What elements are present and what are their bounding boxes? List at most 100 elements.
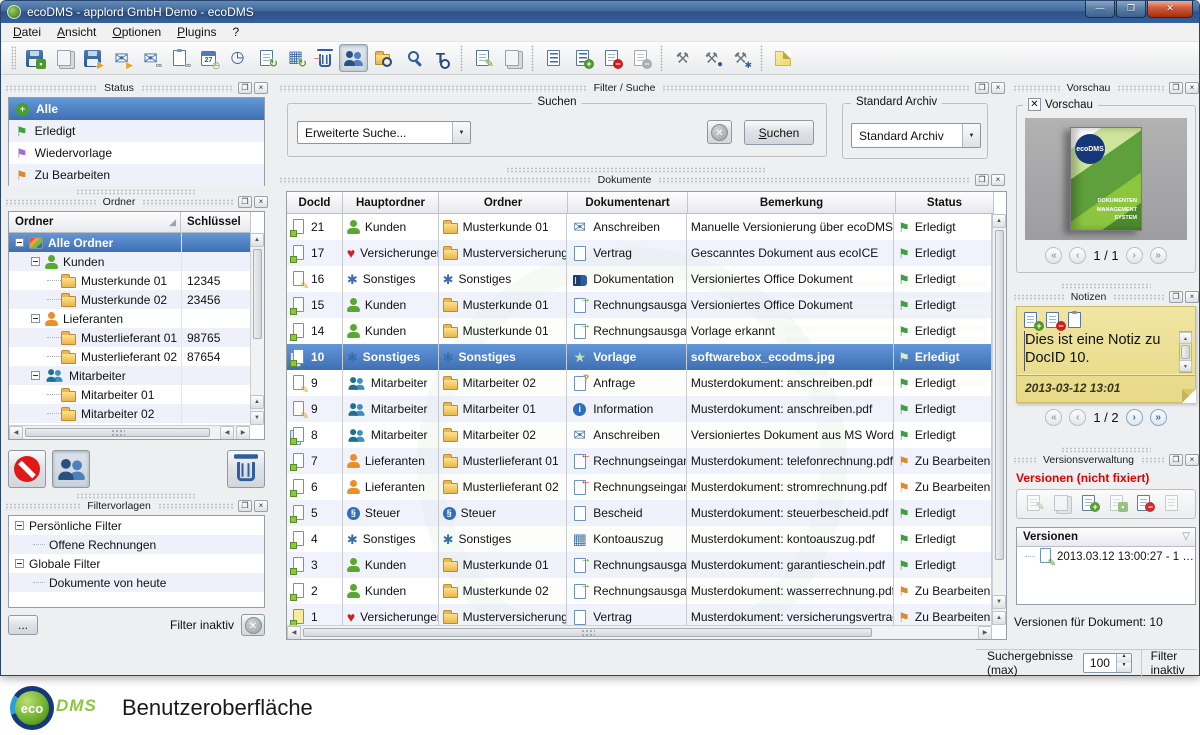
doc-row-6[interactable]: 6LieferantenMusterlieferant 02←Rechnungs… [287, 474, 992, 500]
menu-?[interactable]: ? [225, 24, 248, 40]
export-save-icon[interactable]: ▶ [78, 44, 107, 72]
close-panel-icon[interactable]: × [254, 500, 268, 512]
float-panel-icon[interactable]: ❐ [1169, 82, 1183, 94]
note-remove-icon[interactable]: − [1046, 312, 1063, 329]
filter-row-globale-filter[interactable]: Globale Filter [9, 554, 264, 573]
deny-access-button[interactable] [8, 450, 46, 488]
first-page-icon[interactable]: « [1045, 247, 1062, 264]
spin-down-icon[interactable]: ▼ [1117, 663, 1131, 672]
note-add-icon[interactable]: + [1024, 312, 1041, 329]
status-item-alle[interactable]: +Alle [9, 98, 264, 120]
history-icon[interactable]: ◷ [223, 44, 252, 72]
float-panel-icon[interactable]: ❐ [1169, 291, 1183, 303]
archive-save-icon[interactable]: ▪ [20, 44, 49, 72]
doc-row-14[interactable]: 14KundenMusterkunde 01→RechnungsausgangV… [287, 318, 992, 344]
title-bar[interactable]: ecoDMS - applord GmbH Demo - ecoDMS — ❐ … [1, 1, 1199, 23]
next-page-icon[interactable]: › [1126, 247, 1143, 264]
close-panel-icon[interactable]: × [991, 82, 1005, 94]
doc-row-10[interactable]: 10✱Sonstiges✱Sonstiges★Vorlagesoftwarebo… [287, 344, 992, 370]
float-panel-icon[interactable]: ❐ [1169, 454, 1183, 466]
preview-image[interactable]: ecoDMS DOKUMENTEN MANAGEMENT SYSTEM [1025, 118, 1187, 240]
doc-col-hauptordner[interactable]: Hauptordner [343, 192, 439, 214]
copy-documents-icon[interactable] [497, 44, 526, 72]
folder-row-lieferanten[interactable]: Lieferanten [9, 309, 250, 328]
doc-row-1[interactable]: 1♥VersicherungenMusterversicherung 01Ver… [287, 604, 992, 625]
expander-icon[interactable] [15, 238, 24, 247]
doc-row-5[interactable]: 5§Steuer§SteuerBescheidMusterdokument: s… [287, 500, 992, 526]
new-note-icon[interactable] [768, 44, 797, 72]
filter-row-offene-rechnungen[interactable]: Offene Rechnungen [9, 535, 264, 554]
close-button[interactable]: ✕ [1147, 1, 1193, 18]
version-list-icon[interactable] [539, 44, 568, 72]
status-item-wiedervorlage[interactable]: ⚑Wiedervorlage [9, 142, 264, 164]
menu-ansicht[interactable]: Ansicht [49, 24, 104, 40]
folder-row-mitarbeiter-02[interactable]: Mitarbeiter 02 [9, 404, 250, 423]
filter-clear-button[interactable]: ✕ [241, 614, 265, 636]
version-edit-icon[interactable]: ✎ [1027, 495, 1047, 514]
folder-row-mitarbeiter-01[interactable]: Mitarbeiter 01 [9, 385, 250, 404]
doc-col-ordner[interactable]: Ordner [439, 192, 568, 214]
menu-datei[interactable]: Datei [5, 24, 49, 40]
expander-icon[interactable] [31, 314, 40, 323]
maximize-button[interactable]: ❐ [1116, 1, 1146, 18]
folders-vscrollbar[interactable]: ▲ ▲▼ [250, 233, 264, 425]
search-button[interactable]: Suchen [744, 120, 814, 145]
table-refresh-icon[interactable]: ▦↻ [281, 44, 310, 72]
close-panel-icon[interactable]: × [991, 174, 1005, 186]
folders-col-ordner[interactable]: Ordner◢ [9, 212, 181, 233]
close-panel-icon[interactable]: × [1185, 291, 1199, 303]
folder-row-alle-ordner[interactable]: Alle Ordner [9, 233, 250, 252]
float-panel-icon[interactable]: ❐ [238, 196, 252, 208]
doc-col-bemerkung[interactable]: Bemerkung [688, 192, 896, 214]
document-refresh-icon[interactable]: ↻ [252, 44, 281, 72]
preview-checkbox[interactable]: ✕ [1028, 98, 1041, 111]
float-panel-icon[interactable]: ❐ [975, 174, 989, 186]
doc-row-21[interactable]: 21KundenMusterkunde 01✉AnschreibenManuel… [287, 214, 992, 240]
close-panel-icon[interactable]: × [254, 196, 268, 208]
status-item-erledigt[interactable]: ⚑Erledigt [9, 120, 264, 142]
first-page-icon[interactable]: « [1045, 409, 1062, 426]
folder-row-musterlieferant-01[interactable]: Musterlieferant 0198765 [9, 328, 250, 347]
folder-row-kunden[interactable]: Kunden [9, 252, 250, 271]
settings-user-icon[interactable]: ⚒● [697, 44, 726, 72]
archive-dropdown[interactable]: Standard Archiv ▼ [851, 123, 981, 148]
float-panel-icon[interactable]: ❐ [238, 500, 252, 512]
version-add-icon[interactable]: + [1082, 495, 1102, 514]
folders-col-schluessel[interactable]: Schlüssel [181, 212, 251, 233]
delete-folder-button[interactable] [227, 450, 265, 488]
documents-hscrollbar[interactable]: ◀ ▶ [287, 625, 992, 639]
doc-row-16[interactable]: ✎16✱Sonstiges✱SonstigesDokumentationVers… [287, 266, 992, 292]
doc-row-2[interactable]: 2KundenMusterkunde 02→RechnungsausgangMu… [287, 578, 992, 604]
close-panel-icon[interactable]: × [1185, 454, 1199, 466]
doc-row-4[interactable]: 4✱Sonstiges✱Sonstiges▦KontoauszugMusterd… [287, 526, 992, 552]
clear-search-button[interactable]: ✕ [707, 120, 732, 144]
version-entry[interactable]: ✎2013.03.12 13:00:27 - 1 <eco... [1017, 547, 1195, 566]
last-page-icon[interactable]: » [1150, 409, 1167, 426]
float-panel-icon[interactable]: ❐ [238, 82, 252, 94]
settings-plugins-icon[interactable]: ⚒✱ [726, 44, 755, 72]
clipboard-link-icon[interactable]: ∞ [165, 44, 194, 72]
expander-icon[interactable] [31, 371, 40, 380]
close-panel-icon[interactable]: × [1185, 82, 1199, 94]
version-add-icon[interactable]: + [568, 44, 597, 72]
note-text[interactable]: Dies ist eine Notiz zu DocID 10. [1024, 331, 1173, 371]
folder-row-musterkunde-02[interactable]: Musterkunde 0223456 [9, 290, 250, 309]
max-results-value[interactable]: 100 [1084, 656, 1116, 670]
menu-optionen[interactable]: Optionen [104, 24, 169, 40]
doc-row-3[interactable]: 3KundenMusterkunde 01→RechnungsausgangMu… [287, 552, 992, 578]
mail-link-icon[interactable]: ✉∞ [136, 44, 165, 72]
version-blank-icon[interactable] [1165, 495, 1185, 514]
advanced-search-dropdown[interactable]: Erweiterte Suche... ▼ [297, 121, 471, 144]
documents-vscrollbar[interactable]: ▲ ▼▲ [992, 214, 1006, 625]
doc-col-status[interactable]: Status [896, 192, 994, 214]
edit-document-icon[interactable]: ✎ [468, 44, 497, 72]
version-lock-icon[interactable]: ▪ [1110, 495, 1130, 514]
version-disabled-icon[interactable]: − [626, 44, 655, 72]
expander-icon[interactable] [15, 559, 24, 568]
folder-row-musterkunde-01[interactable]: Musterkunde 0112345 [9, 271, 250, 290]
minimize-button[interactable]: — [1085, 1, 1115, 18]
max-results-spinner[interactable]: 100 ▲▼ [1083, 653, 1132, 673]
doc-row-7[interactable]: 7LieferantenMusterlieferant 01←Rechnungs… [287, 448, 992, 474]
prev-page-icon[interactable]: ‹ [1069, 409, 1086, 426]
user-roles-icon[interactable] [339, 44, 368, 72]
